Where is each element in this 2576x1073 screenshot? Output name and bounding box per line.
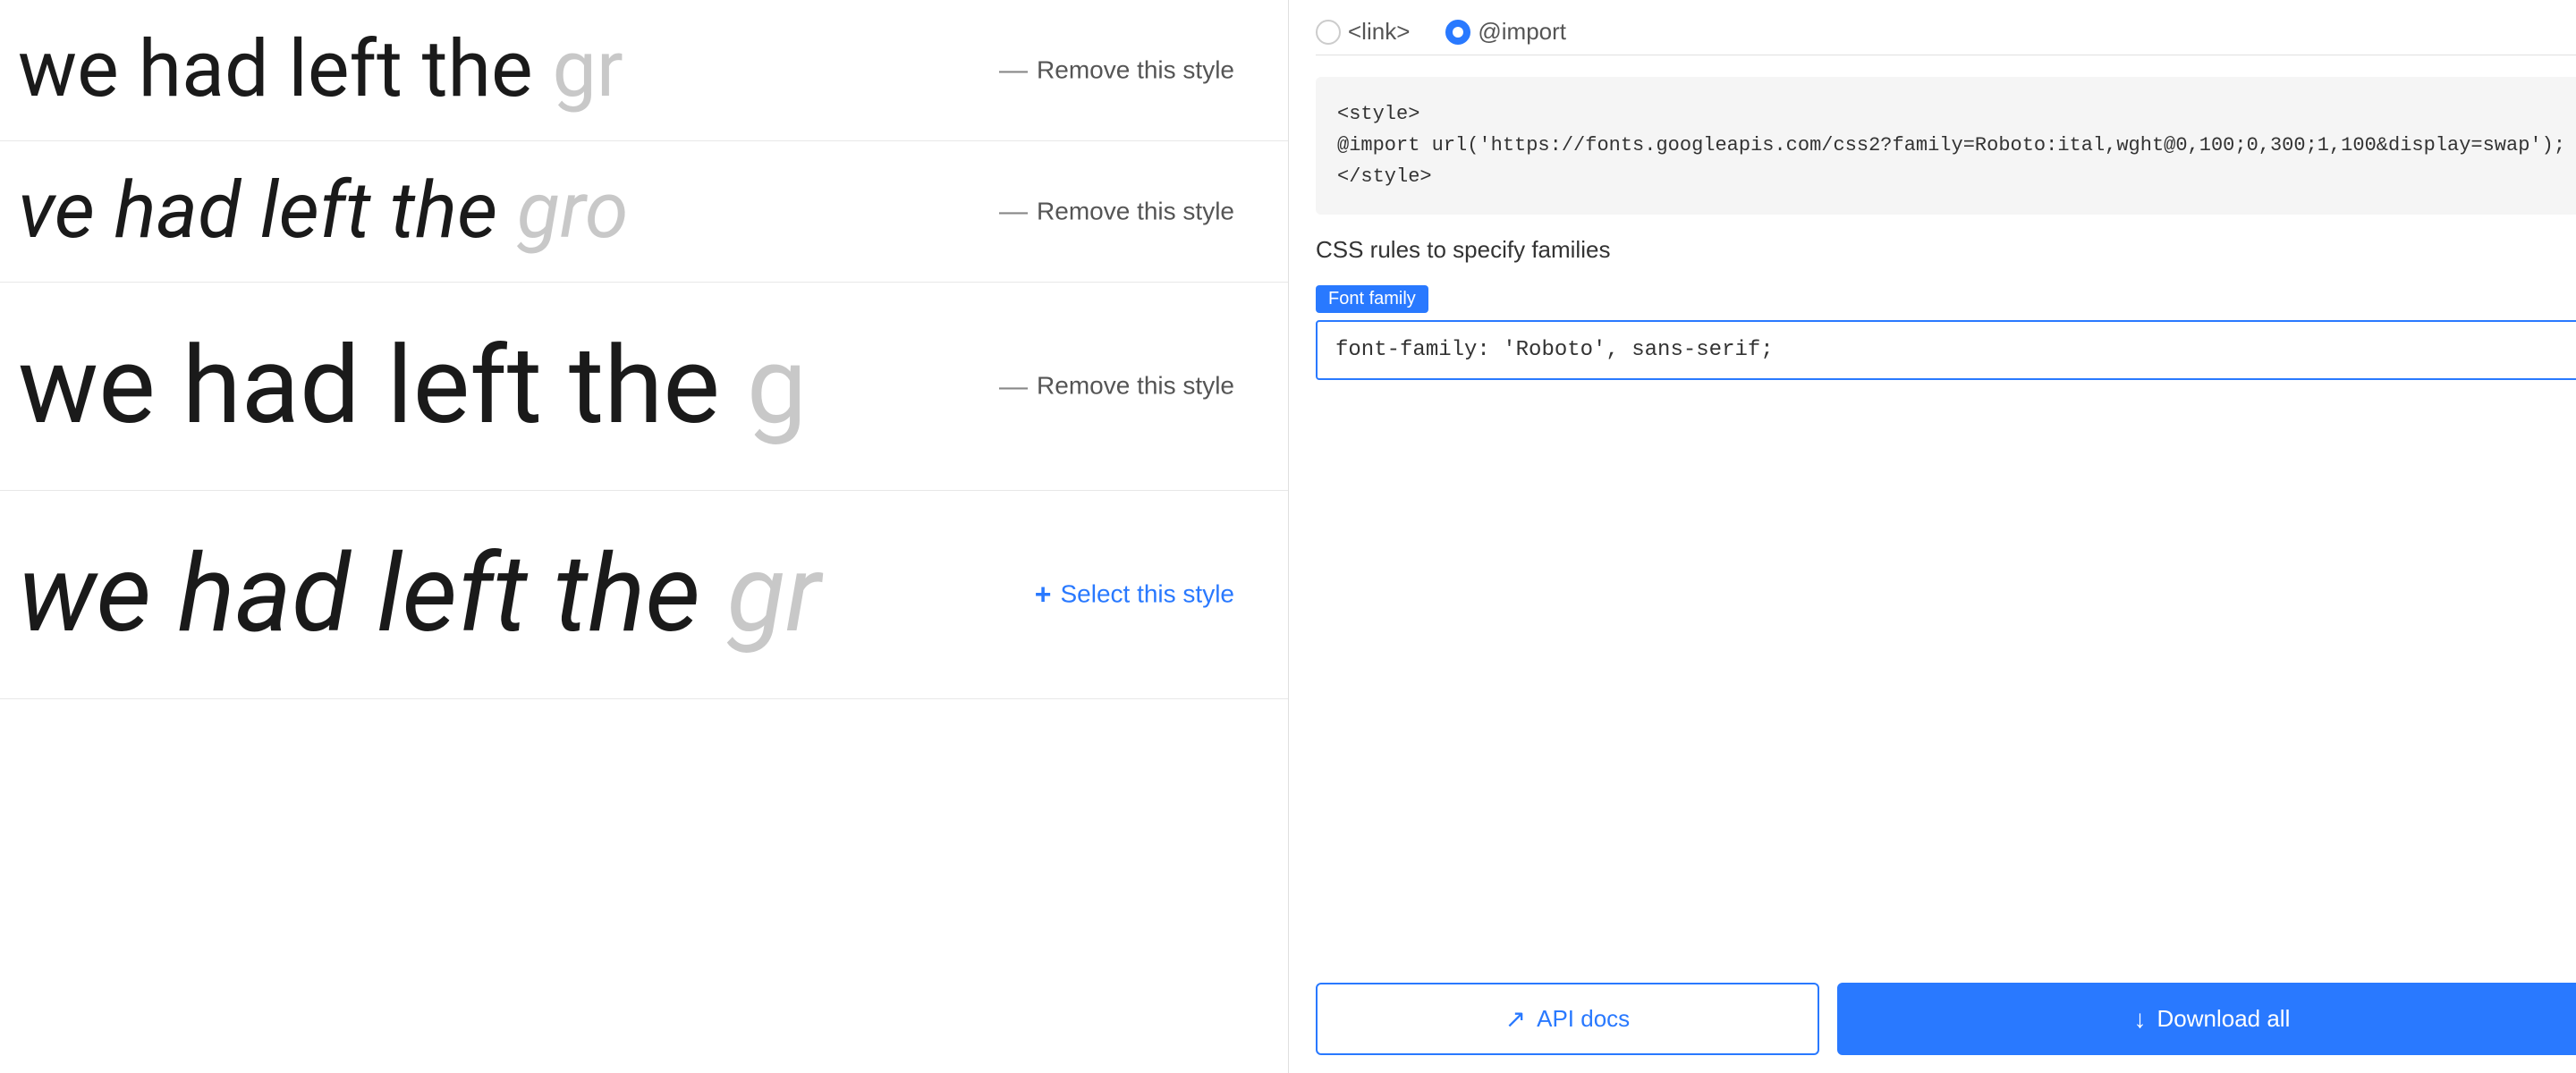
preview-text-fade-3: g bbox=[747, 324, 807, 449]
embed-code-panel: <link> @import <style> @import url('http… bbox=[1288, 0, 2576, 1073]
font-row-1: we had left the gr — Remove this style bbox=[0, 0, 1288, 141]
font-family-tooltip: Font family bbox=[1316, 285, 1428, 313]
tab-link-label[interactable]: <link> bbox=[1348, 18, 1410, 46]
import-code-block: <style> @import url('https://fonts.googl… bbox=[1316, 77, 2576, 215]
remove-style-label-1[interactable]: Remove this style bbox=[1037, 55, 1234, 84]
font-preview-panel: we had left the gr — Remove this style v… bbox=[0, 0, 1288, 1073]
select-style-label[interactable]: Select this style bbox=[1060, 580, 1234, 609]
remove-style-label-2[interactable]: Remove this style bbox=[1037, 197, 1234, 225]
font-preview-text-1: we had left the gr bbox=[0, 27, 623, 114]
font-row-3: we had left the g — Remove this style bbox=[0, 283, 1288, 491]
preview-text-fade-1: gr bbox=[552, 23, 623, 115]
preview-text-main-1: we had left the bbox=[18, 23, 552, 115]
font-family-field-wrapper: Font family bbox=[1316, 285, 2576, 380]
minus-icon-1: — bbox=[999, 54, 1028, 87]
font-preview-text-4: we had left the gr bbox=[0, 536, 820, 654]
font-preview-text-2: ve had left the gro bbox=[0, 168, 629, 255]
download-icon: ↓ bbox=[2133, 1005, 2146, 1034]
download-all-button[interactable]: ↓ Download all bbox=[1837, 983, 2576, 1055]
remove-style-action-2[interactable]: — Remove this style bbox=[999, 195, 1234, 228]
external-link-icon: ↗ bbox=[1505, 1004, 1526, 1034]
preview-text-main-2: ve had left the bbox=[18, 165, 517, 257]
font-row-4: we had left the gr + Select this style bbox=[0, 491, 1288, 699]
preview-text-fade-2: gro bbox=[517, 165, 629, 257]
minus-icon-2: — bbox=[999, 195, 1028, 228]
api-docs-label: API docs bbox=[1537, 1005, 1630, 1033]
preview-text-main-4: we had left the bbox=[18, 532, 727, 657]
font-preview-text-3: we had left the g bbox=[0, 327, 807, 445]
embed-tabs: <link> @import bbox=[1316, 18, 2576, 55]
css-rules-label: CSS rules to specify families bbox=[1316, 236, 2576, 264]
api-docs-button[interactable]: ↗ API docs bbox=[1316, 983, 1819, 1055]
preview-text-fade-4: gr bbox=[727, 532, 821, 657]
tab-link-radio[interactable] bbox=[1316, 20, 1341, 45]
remove-style-label-3[interactable]: Remove this style bbox=[1037, 372, 1234, 401]
bottom-action-buttons: ↗ API docs ↓ Download all bbox=[1316, 965, 2576, 1055]
tab-link[interactable]: <link> bbox=[1316, 18, 1410, 46]
minus-icon-3: — bbox=[999, 369, 1028, 402]
tab-import-label[interactable]: @import bbox=[1478, 18, 1566, 46]
download-all-label: Download all bbox=[2157, 1005, 2290, 1033]
remove-style-action-3[interactable]: — Remove this style bbox=[999, 369, 1234, 402]
preview-text-main-3: we had left the bbox=[18, 324, 747, 449]
tab-import[interactable]: @import bbox=[1445, 18, 1566, 46]
plus-icon: + bbox=[1035, 578, 1052, 611]
tab-import-radio[interactable] bbox=[1445, 20, 1470, 45]
select-style-action[interactable]: + Select this style bbox=[1035, 578, 1234, 611]
remove-style-action-1[interactable]: — Remove this style bbox=[999, 54, 1234, 87]
font-row-2: ve had left the gro — Remove this style bbox=[0, 141, 1288, 283]
font-family-css-input[interactable] bbox=[1316, 320, 2576, 380]
code-block-text: <style> @import url('https://fonts.googl… bbox=[1337, 103, 2565, 188]
